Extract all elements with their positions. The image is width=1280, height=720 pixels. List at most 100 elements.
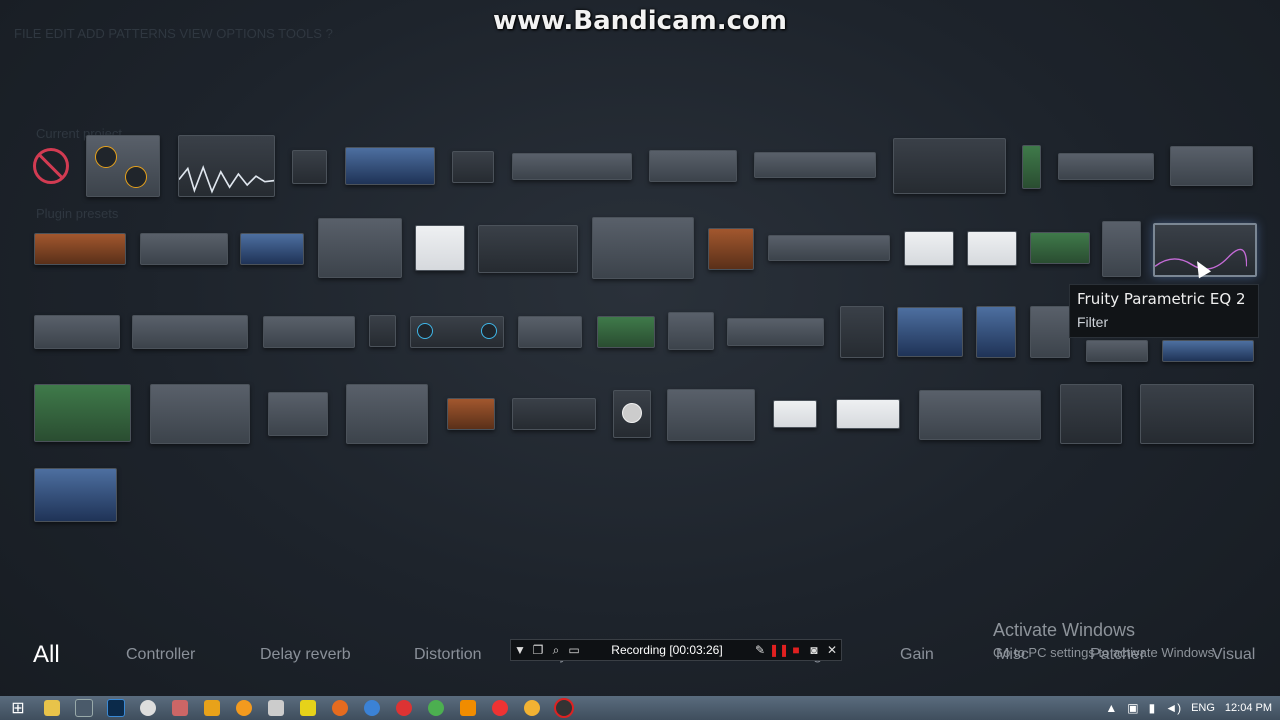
stop-icon[interactable]: ■ [787, 643, 805, 657]
plugin-thumb[interactable] [613, 390, 651, 438]
plugin-thumb[interactable] [369, 315, 396, 347]
plugin-thumb[interactable] [512, 153, 632, 180]
plugin-thumb[interactable] [836, 399, 900, 429]
tab-delay-reverb[interactable]: Delay reverb [260, 646, 351, 664]
activate-title: Activate Windows [993, 620, 1136, 640]
plugin-thumb[interactable] [346, 384, 428, 444]
windows-start-icon[interactable]: ⊞ [0, 698, 36, 718]
pause-icon[interactable]: ❚❚ [769, 643, 789, 657]
plugin-thumb[interactable] [318, 218, 402, 278]
plugin-thumb[interactable] [754, 152, 876, 178]
plugin-thumb[interactable] [34, 468, 117, 522]
plugin-thumb[interactable] [86, 135, 160, 197]
volume-icon[interactable]: ◄) [1165, 701, 1181, 715]
winamp-icon[interactable] [292, 697, 324, 719]
tab-controller[interactable]: Controller [126, 646, 195, 664]
network-icon[interactable]: ▣ [1127, 701, 1138, 715]
tab-gain[interactable]: Gain [900, 646, 934, 664]
file-explorer-icon[interactable] [36, 697, 68, 719]
plugin-thumb[interactable] [34, 233, 126, 265]
plugin-thumb[interactable] [518, 316, 582, 348]
plugin-thumb[interactable] [512, 398, 596, 430]
plugin-thumb[interactable] [132, 315, 248, 349]
battery-icon[interactable]: ▮ [1149, 701, 1156, 715]
plugin-thumb[interactable] [150, 384, 250, 444]
plugin-thumb[interactable] [410, 316, 504, 348]
plugin-thumb[interactable] [1162, 340, 1254, 362]
plugin-thumb[interactable] [1170, 146, 1253, 186]
screen-icon[interactable]: ▭ [565, 643, 583, 657]
activate-subtitle: Go to PC settings to activate Windows. [993, 645, 1218, 660]
plugin-thumb[interactable] [1102, 221, 1141, 277]
plugin-thumb[interactable] [893, 138, 1006, 194]
plugin-thumb[interactable] [292, 150, 327, 184]
plugin-thumb[interactable] [773, 400, 817, 428]
plugin-thumb[interactable] [268, 392, 328, 436]
language-indicator[interactable]: ENG [1191, 702, 1215, 714]
plugin-thumb[interactable] [478, 225, 578, 273]
plugin-thumb[interactable] [967, 231, 1017, 266]
plugin-thumb[interactable] [904, 231, 954, 266]
plugin-thumb[interactable] [708, 228, 754, 270]
bandicam-recording-bar: ▼ ❐ ⌕ ▭ Recording [00:03:26] ✎ ❚❚ ■ ◙ ✕ [510, 639, 842, 661]
plugin-thumb[interactable] [1060, 384, 1122, 444]
chrome-icon[interactable] [132, 697, 164, 719]
plugin-thumb[interactable] [976, 306, 1016, 358]
plugin-thumb[interactable] [840, 306, 884, 358]
plugin-thumb[interactable] [592, 217, 694, 279]
plugin-thumb[interactable] [263, 316, 355, 348]
clock[interactable]: 12:04 PM [1225, 702, 1272, 714]
photoshop-icon[interactable] [100, 697, 132, 719]
window-icon[interactable]: ❐ [529, 643, 547, 657]
browser-blue-icon[interactable] [356, 697, 388, 719]
calculator-icon[interactable] [68, 697, 100, 719]
plugin-thumb[interactable] [667, 389, 755, 441]
plugin-thumb[interactable] [140, 233, 228, 265]
plugin-thumb[interactable] [1022, 145, 1041, 189]
record-icon[interactable] [548, 697, 580, 719]
close-icon[interactable]: ✕ [823, 643, 841, 657]
plugin-thumb[interactable] [727, 318, 824, 346]
media-player-icon[interactable] [196, 697, 228, 719]
plugin-thumb[interactable] [1058, 153, 1154, 180]
plugin-thumb[interactable] [178, 135, 275, 197]
plugin-thumb[interactable] [649, 150, 737, 182]
plugin-thumb[interactable] [1140, 384, 1254, 444]
plugin-thumb[interactable] [345, 147, 435, 185]
camera-icon[interactable]: ◙ [805, 643, 823, 657]
plugin-thumb[interactable] [597, 316, 655, 348]
plugin-thumb[interactable] [897, 307, 963, 357]
plugin-thumb[interactable] [1030, 232, 1090, 264]
plugin-thumb[interactable] [668, 312, 714, 350]
tool-icon[interactable] [164, 697, 196, 719]
plugin-thumb[interactable] [1086, 340, 1148, 362]
none-icon[interactable] [33, 148, 69, 184]
vpn-icon[interactable] [388, 697, 420, 719]
tab-visual[interactable]: Visual [1212, 646, 1255, 664]
plugin-thumb[interactable] [34, 384, 131, 442]
plugin-thumb[interactable] [452, 151, 494, 183]
pencil-icon[interactable]: ✎ [751, 643, 769, 657]
firefox-orange-icon[interactable] [228, 697, 260, 719]
vlc-icon[interactable] [452, 697, 484, 719]
tooltip-title: Fruity Parametric EQ 2 [1077, 290, 1246, 308]
target-icon[interactable] [484, 697, 516, 719]
plugin-thumb[interactable] [415, 225, 465, 271]
plugin-thumb[interactable] [34, 315, 120, 349]
film-icon[interactable] [260, 697, 292, 719]
plugin-thumb[interactable] [768, 235, 890, 261]
search-icon[interactable]: ⌕ [547, 643, 565, 658]
plugin-thumb[interactable] [447, 398, 495, 430]
plugin-thumb[interactable] [1030, 306, 1070, 358]
plugin-thumb[interactable] [240, 233, 304, 265]
tab-all[interactable]: All [33, 641, 60, 669]
plugin-thumb[interactable] [919, 390, 1041, 440]
chrome-2-icon[interactable] [420, 697, 452, 719]
tray-arrow-icon[interactable]: ▲ [1105, 701, 1117, 715]
chevron-down-icon[interactable]: ▼ [511, 643, 529, 657]
tab-distortion[interactable]: Distortion [414, 646, 482, 664]
plugin-tooltip: Fruity Parametric EQ 2 Filter [1069, 284, 1259, 338]
firefox-icon[interactable] [324, 697, 356, 719]
system-tray: ▲ ▣ ▮ ◄) ENG 12:04 PM [1105, 696, 1272, 720]
fl-studio-icon[interactable] [516, 697, 548, 719]
